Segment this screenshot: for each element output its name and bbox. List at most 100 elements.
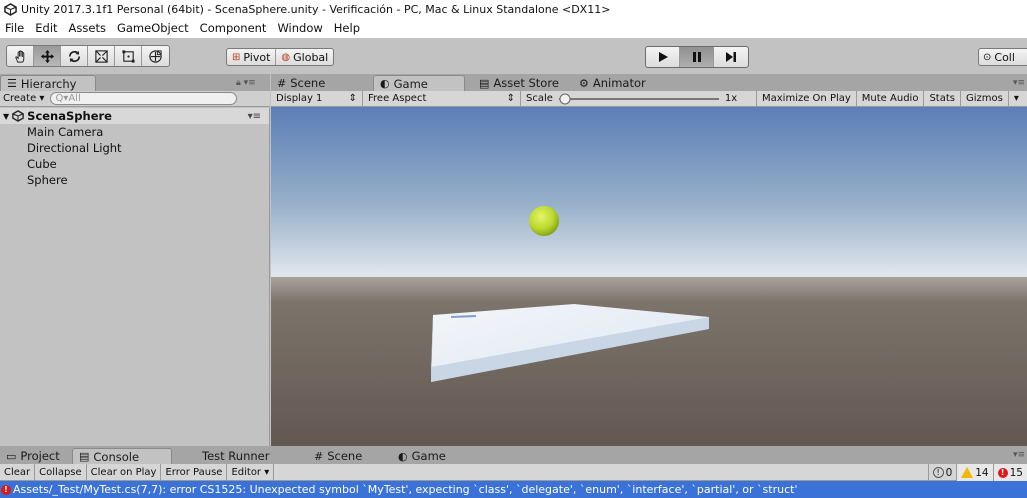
aspect-dropdown[interactable]: Free Aspect ⇕ [363, 90, 521, 107]
unity-logo-icon [4, 2, 17, 16]
warning-filter-toggle[interactable]: 14 [956, 464, 993, 481]
play-icon [658, 52, 668, 62]
hand-icon [14, 49, 24, 63]
scale-tool-button[interactable] [88, 46, 115, 66]
editor-dropdown[interactable]: Editor ▾ [227, 463, 275, 481]
game-icon: ◐ [398, 449, 408, 463]
scene-root-item[interactable]: ▼ ScenaSphere ▾≡ [0, 108, 269, 124]
animator-icon: ⚙ [579, 76, 589, 90]
hierarchy-tree: ▼ ScenaSphere ▾≡ Main Camera Directional… [0, 108, 270, 446]
transform-tools [6, 45, 170, 67]
center-tabbar: # Scene ◐ Game ▤ Asset Store ⚙ Animator … [271, 74, 1027, 91]
hierarchy-item-main-camera[interactable]: Main Camera [0, 124, 269, 140]
step-icon [726, 52, 736, 62]
collapse-toggle[interactable]: Collapse [35, 463, 87, 481]
asset-store-icon: ▤ [479, 76, 490, 90]
menu-window[interactable]: Window [272, 21, 328, 35]
error-pause-toggle[interactable]: Error Pause [161, 463, 228, 481]
menu-edit[interactable]: Edit [30, 21, 63, 35]
tab-asset-store[interactable]: ▤ Asset Store [473, 75, 573, 91]
expand-arrow-icon: ▼ [3, 111, 10, 121]
panel-menu-icon[interactable]: ▾≡ [1013, 78, 1025, 88]
tab-project[interactable]: ▭ Project [0, 448, 68, 464]
rotate-tool-button[interactable] [61, 46, 88, 66]
pivot-icon: ⊞ [232, 51, 241, 63]
pause-button[interactable] [680, 47, 714, 67]
info-filter-toggle[interactable]: ! 0 [927, 464, 957, 481]
error-filter-toggle[interactable]: ! 15 [992, 464, 1027, 481]
global-button[interactable]: ◍ Global [275, 49, 333, 65]
tab-animator[interactable]: ⚙ Animator [573, 75, 669, 91]
game-icon: ◐ [380, 77, 390, 90]
console-error-row[interactable]: ! Assets/_Test/MyTest.cs(7,7): error CS1… [0, 481, 1027, 498]
play-button[interactable] [646, 47, 680, 67]
hierarchy-item-cube[interactable]: Cube [0, 156, 269, 172]
menu-bar: File Edit Assets GameObject Component Wi… [0, 18, 1027, 38]
ground [271, 277, 1027, 446]
main-toolbar: ⊞ Pivot ◍ Global ⊙ Coll [0, 38, 1027, 74]
hierarchy-search-input[interactable]: Q▾All [50, 92, 238, 105]
window-titlebar: Unity 2017.3.1f1 Personal (64bit) - Scen… [0, 0, 1027, 18]
hierarchy-item-directional-light[interactable]: Directional Light [0, 140, 269, 156]
mute-audio-toggle[interactable]: Mute Audio [857, 90, 925, 107]
hierarchy-item-sphere[interactable]: Sphere [0, 172, 269, 188]
menu-assets[interactable]: Assets [64, 21, 112, 35]
tab-hierarchy[interactable]: ☰ Hierarchy [0, 75, 96, 91]
list-icon: ☰ [7, 77, 17, 90]
error-icon: ! [1, 484, 11, 495]
display-dropdown[interactable]: Display 1 ⇕ [271, 90, 363, 107]
tab-game-bottom[interactable]: ◐ Game [380, 448, 480, 464]
console-toolbar: Clear Collapse Clear on Play Error Pause… [0, 463, 1027, 481]
tab-scene-bottom[interactable]: # Scene [280, 448, 380, 464]
clear-button[interactable]: Clear [0, 463, 36, 481]
game-render [271, 107, 1027, 446]
tab-console[interactable]: ▤ Console [72, 448, 172, 464]
error-icon: ! [997, 467, 1008, 478]
pivot-button[interactable]: ⊞ Pivot [227, 49, 275, 65]
menu-gameobject[interactable]: GameObject [112, 21, 195, 35]
bottom-tabbar: ▭ Project ▤ Console Test Runner # Scene … [0, 446, 1027, 464]
hand-tool-button[interactable] [7, 46, 34, 66]
menu-component[interactable]: Component [195, 21, 273, 35]
tab-test-runner[interactable]: Test Runner [172, 448, 280, 464]
playback-controls [645, 46, 749, 68]
scale-icon [94, 49, 108, 63]
clear-on-play-toggle[interactable]: Clear on Play [87, 463, 162, 481]
create-dropdown[interactable]: Create ▾ [3, 93, 44, 104]
transform-icon [149, 49, 162, 63]
lock-icon[interactable]: 🔒︎ ▾≡ [236, 78, 256, 88]
hierarchy-toolbar: Create ▾ Q▾All [0, 91, 270, 107]
error-message: Assets/_Test/MyTest.cs(7,7): error CS152… [13, 483, 798, 496]
menu-help[interactable]: Help [329, 21, 366, 35]
gizmos-toggle[interactable]: Gizmos [961, 90, 1009, 107]
gizmos-dropdown[interactable]: ▾ [1009, 91, 1024, 107]
step-button[interactable] [714, 47, 748, 67]
tab-game[interactable]: ◐ Game [373, 75, 465, 91]
tab-scene[interactable]: # Scene [271, 75, 363, 91]
scale-slider[interactable] [557, 93, 721, 105]
pivot-global-toggle: ⊞ Pivot ◍ Global [226, 48, 335, 66]
dropdown-arrow-icon: ⇕ [348, 93, 357, 104]
transform-tool-button[interactable] [142, 46, 169, 66]
rect-tool-button[interactable] [115, 46, 142, 66]
collab-button[interactable]: ⊙ Coll [978, 48, 1027, 66]
unity-scene-icon [12, 110, 24, 122]
sphere [529, 206, 559, 236]
pause-icon [692, 52, 701, 62]
menu-file[interactable]: File [0, 21, 30, 35]
panel-menu-icon[interactable]: ▾≡ [1013, 450, 1025, 460]
folder-icon: ▭ [6, 449, 17, 463]
info-icon: ! [932, 467, 944, 478]
hierarchy-tabbar: ☰ Hierarchy 🔒︎ ▾≡ [0, 74, 270, 91]
stats-toggle[interactable]: Stats [924, 90, 961, 107]
maximize-on-play-toggle[interactable]: Maximize On Play [757, 90, 857, 107]
move-tool-button[interactable] [34, 46, 61, 66]
scene-grid-icon: # [314, 449, 324, 463]
game-view-viewport[interactable] [271, 107, 1027, 446]
scene-menu-icon[interactable]: ▾≡ [248, 111, 261, 122]
console-icon: ▤ [79, 450, 90, 463]
log-counts: ! 0 14 ! 15 [927, 464, 1027, 481]
window-title: Unity 2017.3.1f1 Personal (64bit) - Scen… [21, 2, 611, 16]
move-icon [40, 49, 54, 63]
warning-icon [961, 467, 974, 478]
